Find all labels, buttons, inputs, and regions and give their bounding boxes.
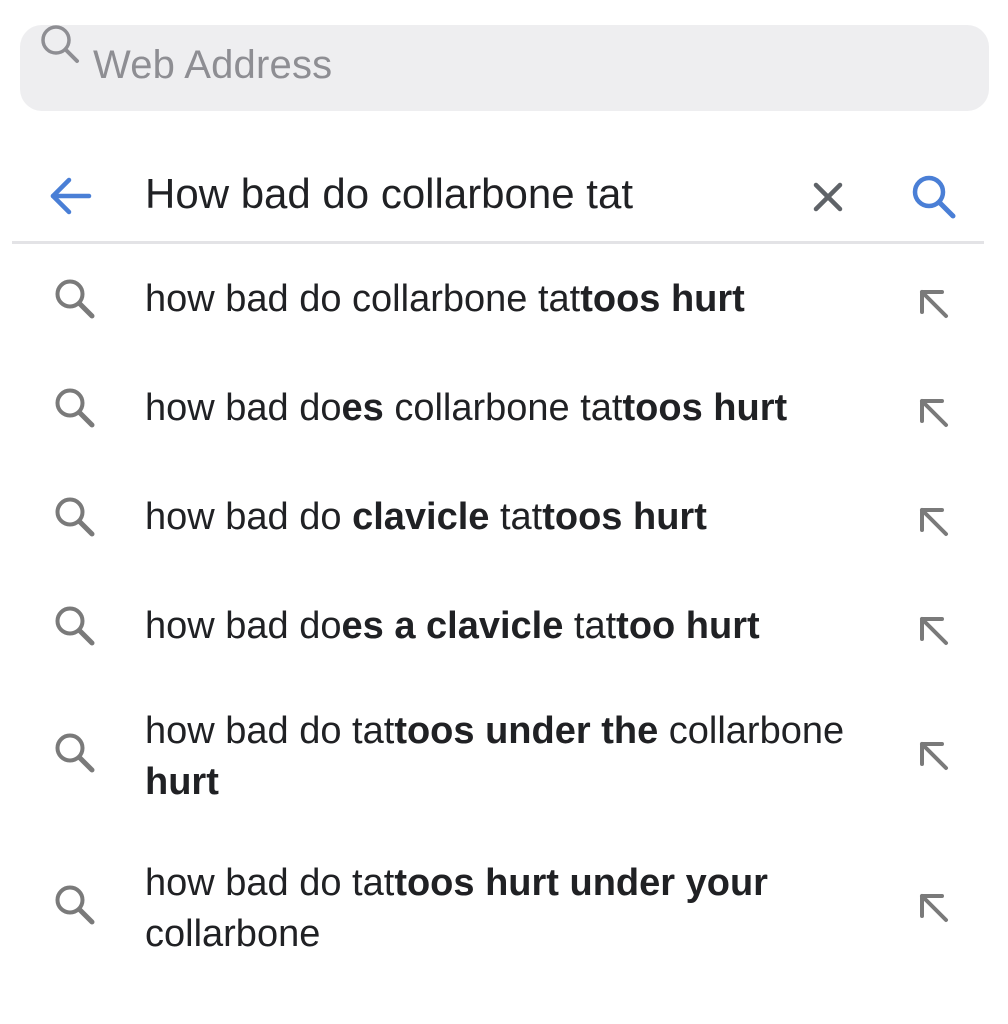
- suggestion-text-typed: collarbone: [145, 913, 321, 955]
- suggestion-text-match: es: [341, 387, 384, 429]
- suggestion-text[interactable]: how bad do tattoos hurt under your colla…: [145, 858, 885, 960]
- suggestion-text[interactable]: how bad do collarbone tattoos hurt: [145, 274, 885, 325]
- suggestion-text-match: toos hurt under your: [394, 862, 768, 904]
- suggestion-text-typed: how bad do tat: [145, 710, 395, 752]
- suggestion-item[interactable]: how bad do tattoos hurt under your colla…: [0, 833, 1008, 986]
- suggestion-text[interactable]: how bad do tattoos under the collarbone …: [145, 706, 885, 808]
- suggestion-text-match: toos hurt: [622, 387, 788, 429]
- arrow-up-left-icon[interactable]: [912, 734, 958, 780]
- suggestion-item[interactable]: how bad does collarbone tattoos hurt: [0, 353, 1008, 462]
- suggestion-item[interactable]: how bad do tattoos under the collarbone …: [0, 680, 1008, 833]
- suggestion-text-match: hurt: [145, 761, 219, 803]
- search-icon: [55, 279, 95, 319]
- search-row: How bad do collarbone tat: [0, 148, 1008, 242]
- suggestion-text[interactable]: how bad does collarbone tattoos hurt: [145, 383, 885, 434]
- suggestion-list: how bad do collarbone tattoos hurt how b…: [0, 244, 1008, 986]
- back-arrow-icon[interactable]: [45, 170, 97, 222]
- suggestion-text-match: toos hurt: [580, 278, 745, 320]
- search-icon: [41, 25, 79, 63]
- suggestion-text-typed: how bad do: [145, 496, 353, 538]
- suggestion-text-typed: collarbone: [658, 710, 845, 752]
- suggestion-text-match: clavicle: [352, 496, 490, 538]
- suggestion-item[interactable]: how bad do collarbone tattoos hurt: [0, 244, 1008, 353]
- suggestion-text-typed: collarbone tat: [383, 387, 623, 429]
- search-submit-icon[interactable]: [907, 170, 961, 224]
- suggestion-text-typed: how bad do: [145, 605, 342, 647]
- arrow-up-left-icon[interactable]: [912, 282, 958, 328]
- web-address-placeholder[interactable]: Web Address: [93, 40, 332, 90]
- arrow-up-left-icon[interactable]: [912, 609, 958, 655]
- suggestion-text-match: toos under the: [394, 710, 659, 752]
- arrow-up-left-icon[interactable]: [912, 500, 958, 546]
- suggestion-text[interactable]: how bad does a clavicle tattoo hurt: [145, 601, 885, 652]
- suggestion-text-match: too hurt: [616, 605, 760, 647]
- search-icon: [55, 497, 95, 537]
- suggestion-text-match: es a clavicle: [341, 605, 564, 647]
- suggestion-item[interactable]: how bad does a clavicle tattoo hurt: [0, 571, 1008, 680]
- close-icon[interactable]: [805, 174, 851, 220]
- arrow-up-left-icon[interactable]: [912, 886, 958, 932]
- suggestion-text[interactable]: how bad do clavicle tattoos hurt: [145, 492, 885, 543]
- suggestion-text-typed: tat: [489, 496, 543, 538]
- search-input[interactable]: How bad do collarbone tat: [145, 168, 633, 220]
- suggestion-text-typed: how bad do tat: [145, 862, 395, 904]
- suggestion-text-typed: how bad do collarbone tat: [145, 278, 581, 320]
- suggestion-text-typed: how bad do: [145, 387, 342, 429]
- search-icon: [55, 733, 95, 773]
- suggestion-item[interactable]: how bad do clavicle tattoos hurt: [0, 462, 1008, 571]
- search-icon: [55, 885, 95, 925]
- suggestion-text-typed: tat: [563, 605, 617, 647]
- search-icon: [55, 388, 95, 428]
- arrow-up-left-icon[interactable]: [912, 391, 958, 437]
- suggestion-text-match: toos hurt: [542, 496, 707, 538]
- search-icon: [55, 606, 95, 646]
